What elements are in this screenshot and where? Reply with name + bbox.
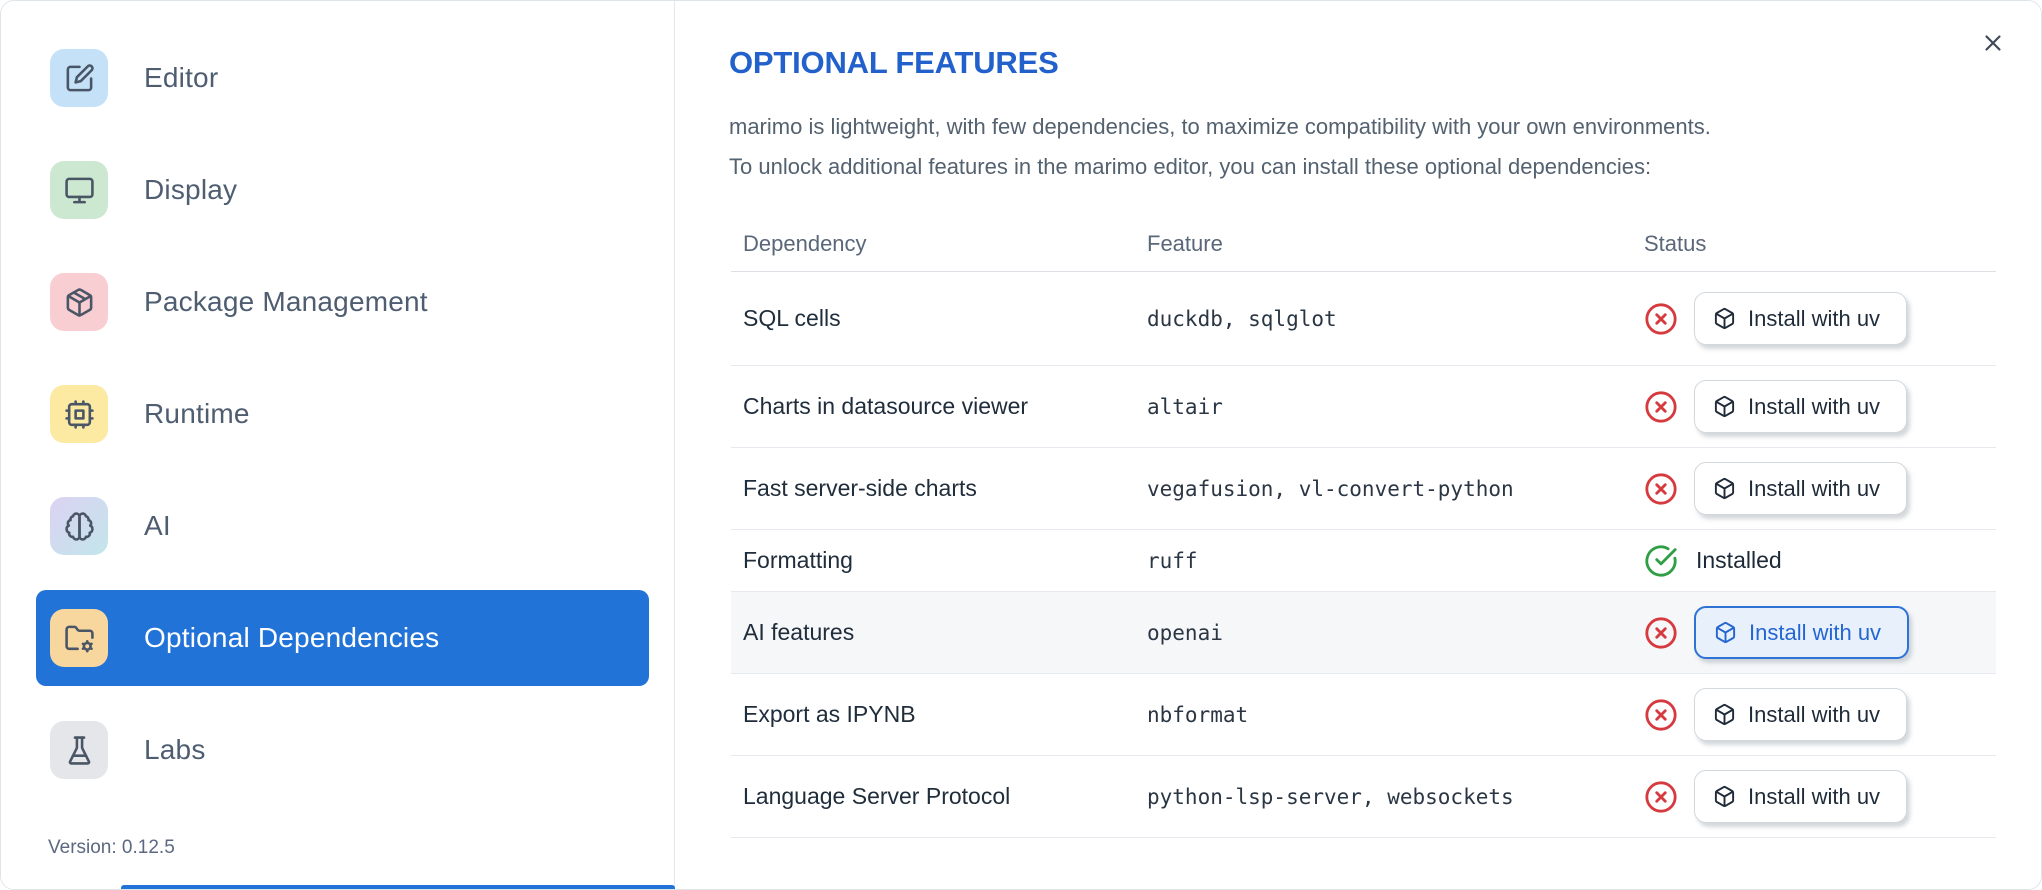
circle-check-icon xyxy=(1644,544,1678,578)
dependency-cell: SQL cells xyxy=(743,305,841,331)
sidebar-item-optional-dependencies[interactable]: Optional Dependencies xyxy=(36,590,649,686)
sidebar-item-display[interactable]: Display xyxy=(36,142,649,238)
folder-cog-icon xyxy=(50,609,108,667)
dependency-cell: Export as IPYNB xyxy=(743,701,916,727)
feature-cell: openai xyxy=(1147,620,1223,645)
box-icon xyxy=(1713,395,1736,418)
close-button[interactable] xyxy=(1978,29,2008,59)
dependency-cell: Charts in datasource viewer xyxy=(743,393,1029,419)
install-button-label: Install with uv xyxy=(1748,305,1881,331)
version-label: Version: 0.12.5 xyxy=(48,837,175,858)
status-cell: Installed xyxy=(1644,544,1996,578)
circle-x-icon xyxy=(1644,302,1678,336)
table-row: Charts in datasource viewer altair Insta… xyxy=(731,366,1996,448)
sidebar-item-label: Editor xyxy=(144,62,219,93)
bottom-accent-bar xyxy=(121,885,675,889)
dependency-cell: Fast server-side charts xyxy=(743,475,977,501)
sidebar-item-label: AI xyxy=(144,510,171,541)
install-button-label: Install with uv xyxy=(1748,783,1881,809)
flask-icon xyxy=(50,721,108,779)
install-button-label: Install with uv xyxy=(1748,393,1881,419)
status-cell: Install with uv xyxy=(1644,688,1996,741)
circle-x-icon xyxy=(1644,390,1678,424)
column-header-status: Status xyxy=(1644,230,1707,256)
dependency-cell: Language Server Protocol xyxy=(743,783,1011,809)
column-header-dependency: Dependency xyxy=(743,230,867,256)
sidebar-nav: Editor Display Package Management Runtim… xyxy=(1,1,674,798)
table-row: AI features openai Install with uv xyxy=(731,592,1996,674)
sidebar-item-runtime[interactable]: Runtime xyxy=(36,366,649,462)
column-header-feature: Feature xyxy=(1147,230,1223,256)
monitor-icon xyxy=(50,161,108,219)
install-with-uv-button[interactable]: Install with uv xyxy=(1694,688,1908,741)
sidebar-item-ai[interactable]: AI xyxy=(36,478,649,574)
sidebar-item-label: Package Management xyxy=(144,286,428,317)
install-with-uv-button[interactable]: Install with uv xyxy=(1694,292,1908,345)
sidebar-item-label: Labs xyxy=(144,734,206,765)
status-cell: Install with uv xyxy=(1644,462,1996,515)
panel-title: OPTIONAL FEATURES xyxy=(729,45,1059,80)
sidebar-item-label: Runtime xyxy=(144,398,250,429)
install-with-uv-button[interactable]: Install with uv xyxy=(1694,770,1908,823)
status-cell: Install with uv xyxy=(1644,292,1996,345)
table-row: SQL cells duckdb, sqlglot Install with u… xyxy=(731,272,1996,366)
square-pen-icon xyxy=(50,49,108,107)
sidebar-item-labs[interactable]: Labs xyxy=(36,702,649,798)
dependency-cell: AI features xyxy=(743,619,855,645)
dependency-cell: Formatting xyxy=(743,547,853,573)
optional-features-panel: OPTIONAL FEATURES marimo is lightweight,… xyxy=(676,1,2041,889)
installed-status-label: Installed xyxy=(1696,547,1782,573)
box-icon xyxy=(1713,477,1736,500)
circle-x-icon xyxy=(1644,472,1678,506)
close-icon xyxy=(1980,34,2006,59)
install-button-label: Install with uv xyxy=(1749,619,1882,645)
box-icon xyxy=(1713,703,1736,726)
feature-cell: altair xyxy=(1147,394,1223,419)
status-cell: Install with uv xyxy=(1644,606,1996,659)
box-icon xyxy=(1713,785,1736,808)
circle-x-icon xyxy=(1644,698,1678,732)
install-with-uv-button[interactable]: Install with uv xyxy=(1694,462,1908,515)
circle-x-icon xyxy=(1644,780,1678,814)
panel-description: marimo is lightweight, with few dependen… xyxy=(729,114,1711,179)
feature-cell: python-lsp-server, websockets xyxy=(1147,784,1514,809)
feature-cell: nbformat xyxy=(1147,702,1249,727)
table-header: Dependency Feature Status xyxy=(731,216,1996,272)
status-cell: Install with uv xyxy=(1644,770,1996,823)
feature-cell: ruff xyxy=(1147,548,1198,573)
install-button-label: Install with uv xyxy=(1748,475,1881,501)
sidebar-item-label: Optional Dependencies xyxy=(144,622,440,653)
table-row: Fast server-side charts vegafusion, vl-c… xyxy=(731,448,1996,530)
dependencies-table: Dependency Feature Status SQL cells duck… xyxy=(731,216,1996,838)
box-icon xyxy=(1714,621,1737,644)
table-body: SQL cells duckdb, sqlglot Install with u… xyxy=(731,272,1996,838)
install-with-uv-button[interactable]: Install with uv xyxy=(1694,606,1910,659)
sidebar: Editor Display Package Management Runtim… xyxy=(1,1,675,889)
table-row: Language Server Protocol python-lsp-serv… xyxy=(731,756,1996,838)
settings-dialog: Editor Display Package Management Runtim… xyxy=(0,0,2042,890)
table-row: Export as IPYNB nbformat Install with uv xyxy=(731,674,1996,756)
box-icon xyxy=(1713,307,1736,330)
status-cell: Install with uv xyxy=(1644,380,1996,433)
install-with-uv-button[interactable]: Install with uv xyxy=(1694,380,1908,433)
sidebar-item-package-management[interactable]: Package Management xyxy=(36,254,649,350)
table-row: Formatting ruff Installed xyxy=(731,530,1996,592)
circle-x-icon xyxy=(1644,616,1678,650)
feature-cell: duckdb, sqlglot xyxy=(1147,306,1337,331)
brain-icon xyxy=(50,497,108,555)
cpu-icon xyxy=(50,385,108,443)
sidebar-item-editor[interactable]: Editor xyxy=(36,30,649,126)
feature-cell: vegafusion, vl-convert-python xyxy=(1147,476,1514,501)
package-icon xyxy=(50,273,108,331)
install-button-label: Install with uv xyxy=(1748,701,1881,727)
sidebar-item-label: Display xyxy=(144,174,238,205)
